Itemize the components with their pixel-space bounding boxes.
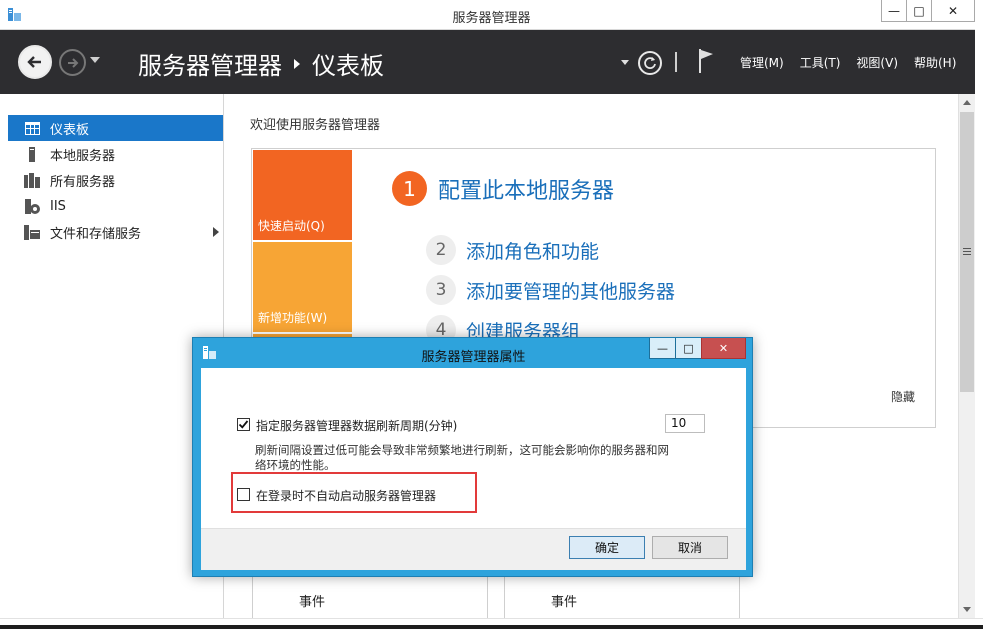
tile-new-features-label: 新增功能(W) bbox=[258, 311, 328, 325]
properties-dialog: 服务器管理器属性 — □ ✕ 指定服务器管理器数据刷新周期(分钟) 10 刷新间… bbox=[192, 337, 753, 577]
notifications-flag-icon[interactable] bbox=[696, 48, 716, 74]
window-border bbox=[975, 0, 983, 629]
dialog-maximize-button[interactable]: □ bbox=[675, 338, 702, 359]
step-link[interactable]: 添加角色和功能 bbox=[466, 237, 599, 264]
step-add-roles[interactable]: 2 添加角色和功能 bbox=[426, 235, 599, 265]
scroll-up-icon[interactable] bbox=[963, 100, 971, 105]
minimize-button[interactable]: — bbox=[881, 0, 907, 22]
hide-link[interactable]: 隐藏 bbox=[891, 388, 915, 405]
dialog-window-controls: — □ ✕ bbox=[649, 338, 746, 359]
sidebar-item-local-server[interactable]: 本地服务器 bbox=[8, 141, 223, 167]
checkmark-icon bbox=[238, 420, 249, 429]
no-autostart-checkbox[interactable] bbox=[237, 488, 250, 501]
dialog-minimize-button[interactable]: — bbox=[649, 338, 676, 359]
menu-bar: 管理(M) 工具(T) 视图(V) 帮助(H) bbox=[740, 54, 972, 71]
sidebar-item-label: 所有服务器 bbox=[50, 174, 116, 190]
refresh-button[interactable] bbox=[638, 51, 662, 75]
back-button[interactable] bbox=[18, 45, 52, 79]
events-tile[interactable]: 事件 bbox=[504, 576, 740, 618]
sidebar-item-iis[interactable]: IIS bbox=[8, 193, 223, 219]
menu-tools[interactable]: 工具(T) bbox=[800, 54, 841, 71]
refresh-period-label: 指定服务器管理器数据刷新周期(分钟) bbox=[256, 419, 458, 433]
sidebar-item-file-storage[interactable]: 文件和存储服务 bbox=[8, 219, 223, 245]
scrollbar-thumb[interactable] bbox=[960, 112, 974, 392]
ok-button[interactable]: 确定 bbox=[569, 536, 645, 559]
expand-arrow-icon[interactable] bbox=[213, 227, 219, 237]
close-button[interactable]: ✕ bbox=[931, 0, 975, 22]
window-title: 服务器管理器 bbox=[452, 11, 531, 26]
breadcrumb: 服务器管理器 仪表板 bbox=[138, 46, 384, 81]
tile-quick-start-label: 快速启动(Q) bbox=[258, 219, 325, 233]
refresh-icon bbox=[644, 57, 656, 69]
back-arrow-icon bbox=[27, 56, 41, 68]
step-link[interactable]: 配置此本地服务器 bbox=[438, 173, 614, 205]
refresh-warning-note: 刷新间隔设置过低可能会导致非常频繁地进行刷新，这可能会影响你的服务器和网络环境的… bbox=[255, 443, 669, 472]
events-label: 事件 bbox=[551, 595, 578, 610]
history-dropdown-icon[interactable] bbox=[90, 57, 100, 63]
menu-manage[interactable]: 管理(M) bbox=[740, 54, 784, 71]
dashboard-icon bbox=[24, 120, 40, 136]
sidebar: 仪表板 本地服务器 所有服务器 IIS 文件和存储服务 bbox=[0, 94, 224, 629]
breadcrumb-separator-icon bbox=[294, 58, 300, 69]
forward-arrow-icon bbox=[67, 57, 78, 68]
all-servers-icon bbox=[24, 172, 40, 188]
step-number: 2 bbox=[426, 235, 456, 265]
tile-quick-start[interactable]: 快速启动(Q) bbox=[253, 150, 352, 240]
window-controls: — □ ✕ bbox=[881, 0, 975, 22]
app-header: 服务器管理器 仪表板 管理(M) 工具(T) 视图(V) 帮助(H) bbox=[0, 30, 983, 94]
header-dropdown-icon[interactable] bbox=[621, 60, 629, 65]
step-number: 3 bbox=[426, 275, 456, 305]
step-number: 1 bbox=[392, 171, 427, 206]
refresh-period-checkbox[interactable] bbox=[237, 418, 250, 431]
dialog-close-button[interactable]: ✕ bbox=[701, 338, 746, 359]
sidebar-item-label: 文件和存储服务 bbox=[50, 226, 142, 242]
taskbar-edge bbox=[0, 625, 983, 629]
forward-button[interactable] bbox=[59, 49, 86, 76]
sidebar-item-label: 仪表板 bbox=[50, 122, 90, 138]
menu-view[interactable]: 视图(V) bbox=[856, 54, 898, 71]
menu-help[interactable]: 帮助(H) bbox=[914, 54, 956, 71]
cancel-button[interactable]: 取消 bbox=[652, 536, 728, 559]
no-autostart-label: 在登录时不自动启动服务器管理器 bbox=[256, 489, 437, 503]
sidebar-item-label: 本地服务器 bbox=[50, 148, 116, 164]
local-server-icon bbox=[24, 146, 40, 162]
dialog-body: 指定服务器管理器数据刷新周期(分钟) 10 刷新间隔设置过低可能会导致非常频繁地… bbox=[201, 368, 746, 570]
sidebar-item-all-servers[interactable]: 所有服务器 bbox=[8, 167, 223, 193]
step-configure-local-server[interactable]: 1 配置此本地服务器 bbox=[392, 171, 614, 206]
breadcrumb-current: 仪表板 bbox=[312, 52, 384, 80]
sidebar-item-dashboard[interactable]: 仪表板 bbox=[8, 115, 223, 141]
file-storage-icon bbox=[24, 224, 40, 240]
sidebar-item-label: IIS bbox=[50, 198, 66, 214]
step-add-servers[interactable]: 3 添加要管理的其他服务器 bbox=[426, 275, 675, 305]
step-link[interactable]: 添加要管理的其他服务器 bbox=[466, 277, 675, 304]
vertical-scrollbar[interactable] bbox=[958, 94, 975, 618]
breadcrumb-root[interactable]: 服务器管理器 bbox=[138, 46, 282, 81]
events-label: 事件 bbox=[299, 595, 326, 610]
scroll-down-icon[interactable] bbox=[963, 607, 971, 612]
scrollbar-grip-icon bbox=[963, 248, 971, 255]
header-divider bbox=[675, 52, 677, 72]
refresh-period-input[interactable]: 10 bbox=[665, 414, 705, 433]
tile-new-features[interactable]: 新增功能(W) bbox=[253, 242, 352, 332]
window-titlebar: 服务器管理器 — □ ✕ bbox=[0, 0, 983, 30]
maximize-button[interactable]: □ bbox=[906, 0, 932, 22]
events-tile[interactable]: 事件 bbox=[252, 576, 488, 618]
iis-icon bbox=[24, 198, 40, 214]
welcome-heading: 欢迎使用服务器管理器 bbox=[250, 118, 381, 133]
